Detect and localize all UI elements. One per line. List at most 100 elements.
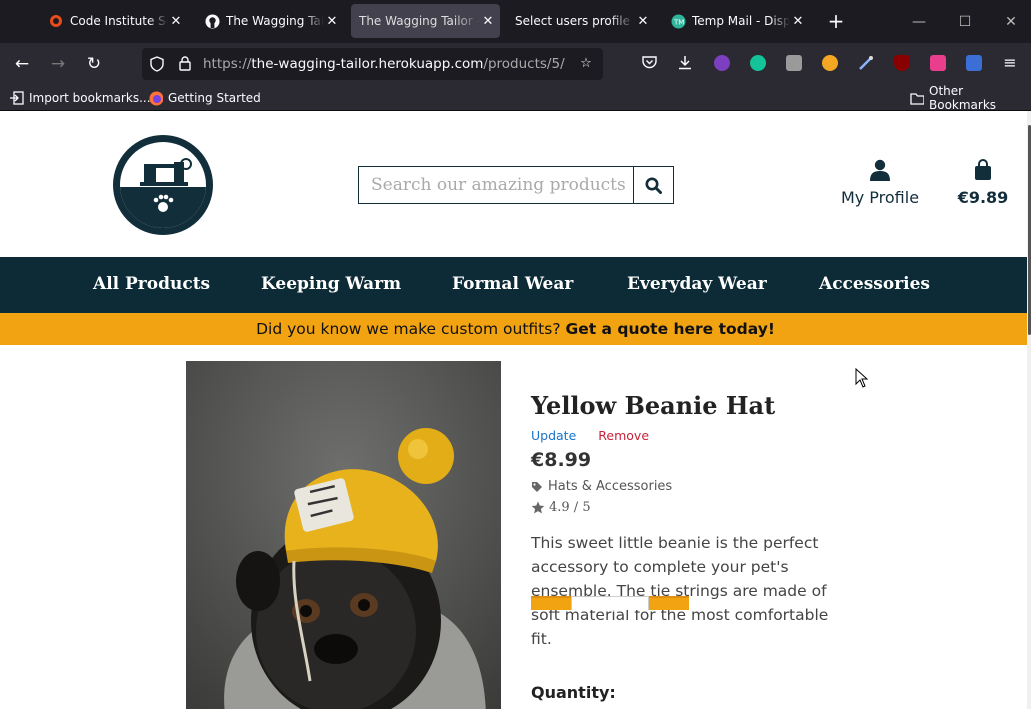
site-logo[interactable] [113,135,213,235]
forward-icon[interactable]: → [46,52,70,76]
shield-icon[interactable] [149,56,165,72]
product-rating: 4.9 / 5 [531,500,851,515]
nav-accessories[interactable]: Accessories [819,274,930,294]
menu-icon[interactable]: ≡ [1002,55,1018,71]
bookmark-getting-started[interactable]: Getting Started [149,89,261,107]
bookmark-star-icon[interactable]: ☆ [578,56,594,72]
product-details: Yellow Beanie Hat Update Remove €8.99 Ha… [531,391,851,702]
star-icon [531,501,545,514]
quantity-input[interactable] [571,596,649,610]
product-title: Yellow Beanie Hat [531,391,776,420]
search-form [358,166,674,204]
minimize-icon[interactable]: — [909,12,929,32]
tab-temp-mail[interactable]: TM Temp Mail - Dispo ✕ [662,4,810,38]
url-bar[interactable]: https://the-wagging-tailor.herokuapp.com… [142,48,603,80]
search-button[interactable] [633,167,673,203]
user-icon [870,159,890,181]
tab-label: Temp Mail - Dispo [692,14,790,28]
logo-emblem [120,142,206,228]
reload-icon[interactable]: ↻ [82,52,106,76]
firefox-icon [149,91,163,105]
color-picker-icon[interactable] [858,55,874,71]
paw-icon [153,194,174,212]
tab-label: The Wagging Tailor [226,14,324,28]
code-institute-icon [48,13,64,29]
url-scheme: https:// [203,56,252,72]
shopping-bag-link[interactable]: €9.89 [956,159,1010,207]
close-icon[interactable]: ✕ [480,14,496,29]
tab-label: Code Institute Scho [70,14,168,28]
bookmark-label: Getting Started [168,91,261,105]
bag-total: €9.89 [957,188,1009,207]
github-icon [204,13,220,29]
pocket-icon[interactable] [641,55,657,71]
promo-banner: Did you know we make custom outfits? Get… [0,313,1031,345]
folder-icon [910,91,924,105]
pug-in-beanie-photo [186,361,501,709]
window-close-icon[interactable]: ✕ [1001,12,1021,32]
url-text[interactable]: https://the-wagging-tailor.herokuapp.com… [203,56,565,72]
quote-link[interactable]: Get a quote here today! [565,320,774,338]
import-icon [10,91,24,105]
mouse-cursor-icon [855,368,869,388]
product-price: €8.99 [531,449,592,471]
extension-icon[interactable] [822,55,838,71]
search-input[interactable] [359,167,633,203]
nav-formal-wear[interactable]: Formal Wear [452,274,573,294]
product-category[interactable]: Hats & Accessories [531,479,851,494]
tag-icon [532,481,542,492]
product-image [186,361,501,709]
maximize-icon[interactable]: ☐ [955,12,975,32]
grammarly-icon[interactable] [750,55,766,71]
browser-nav-bar: ← → ↻ https://the-wagging-tailor.herokua… [0,43,1031,85]
extension-icon[interactable] [786,55,802,71]
tab-github[interactable]: The Wagging Tailor ✕ [196,4,344,38]
increment-button[interactable] [649,596,689,610]
admin-links: Update Remove [531,428,851,443]
my-profile-link[interactable]: My Profile [836,159,924,207]
logo-lower-band [120,187,206,228]
bookmark-other[interactable]: Other Bookmarks [910,84,1031,112]
url-path: /products/5/ [483,56,565,72]
tab-label: The Wagging Tailor - Y [359,14,480,28]
new-tab-icon[interactable]: + [826,9,846,33]
quantity-stepper [531,596,689,610]
decrement-button[interactable] [531,596,571,610]
sewing-machine-icon [140,158,192,186]
back-icon[interactable]: ← [10,52,34,76]
tab-select-users[interactable]: Select users profile to ✕ [507,4,655,38]
category-label: Hats & Accessories [548,479,673,494]
extension-icon[interactable] [714,55,730,71]
nav-everyday-wear[interactable]: Everyday Wear [627,274,767,294]
temp-mail-icon: TM [670,13,686,29]
tab-label: Select users profile to [515,14,635,28]
main-nav: All Products Keeping Warm Formal Wear Ev… [0,257,1031,313]
banner-text: Did you know we make custom outfits? [256,320,566,338]
download-icon[interactable] [677,55,693,71]
tab-wagging-tailor-active[interactable]: The Wagging Tailor - Y ✕ [351,4,500,38]
svg-text:TM: TM [673,18,684,26]
nav-keeping-warm[interactable]: Keeping Warm [261,274,401,294]
close-icon[interactable]: ✕ [324,14,340,29]
bookmark-import[interactable]: Import bookmarks... [10,89,151,107]
quantity-label: Quantity: [531,683,616,702]
ublock-icon[interactable] [894,55,910,71]
close-icon[interactable]: ✕ [168,14,184,29]
lock-icon[interactable] [177,56,193,72]
update-link[interactable]: Update [531,428,576,443]
translate-icon[interactable] [966,55,982,71]
url-host: the-wagging-tailor.herokuapp.com [251,56,484,72]
page-viewport: My Profile €9.89 All Products Keeping Wa… [0,111,1031,709]
tab-code-institute[interactable]: Code Institute Scho ✕ [40,4,188,38]
close-icon[interactable]: ✕ [790,14,806,29]
product-description: This sweet little beanie is the perfect … [531,534,829,648]
extension-icon[interactable] [930,55,946,71]
nav-all-products[interactable]: All Products [93,274,210,294]
bookmarks-bar: Import bookmarks... Getting Started Othe… [0,84,1031,112]
remove-link[interactable]: Remove [598,428,649,443]
rating-value: 4.9 / 5 [549,500,591,515]
close-icon[interactable]: ✕ [635,14,651,29]
bookmark-label: Import bookmarks... [29,91,151,105]
browser-tab-bar: Code Institute Scho ✕ The Wagging Tailor… [0,0,1031,43]
bookmark-label: Other Bookmarks [929,84,997,112]
